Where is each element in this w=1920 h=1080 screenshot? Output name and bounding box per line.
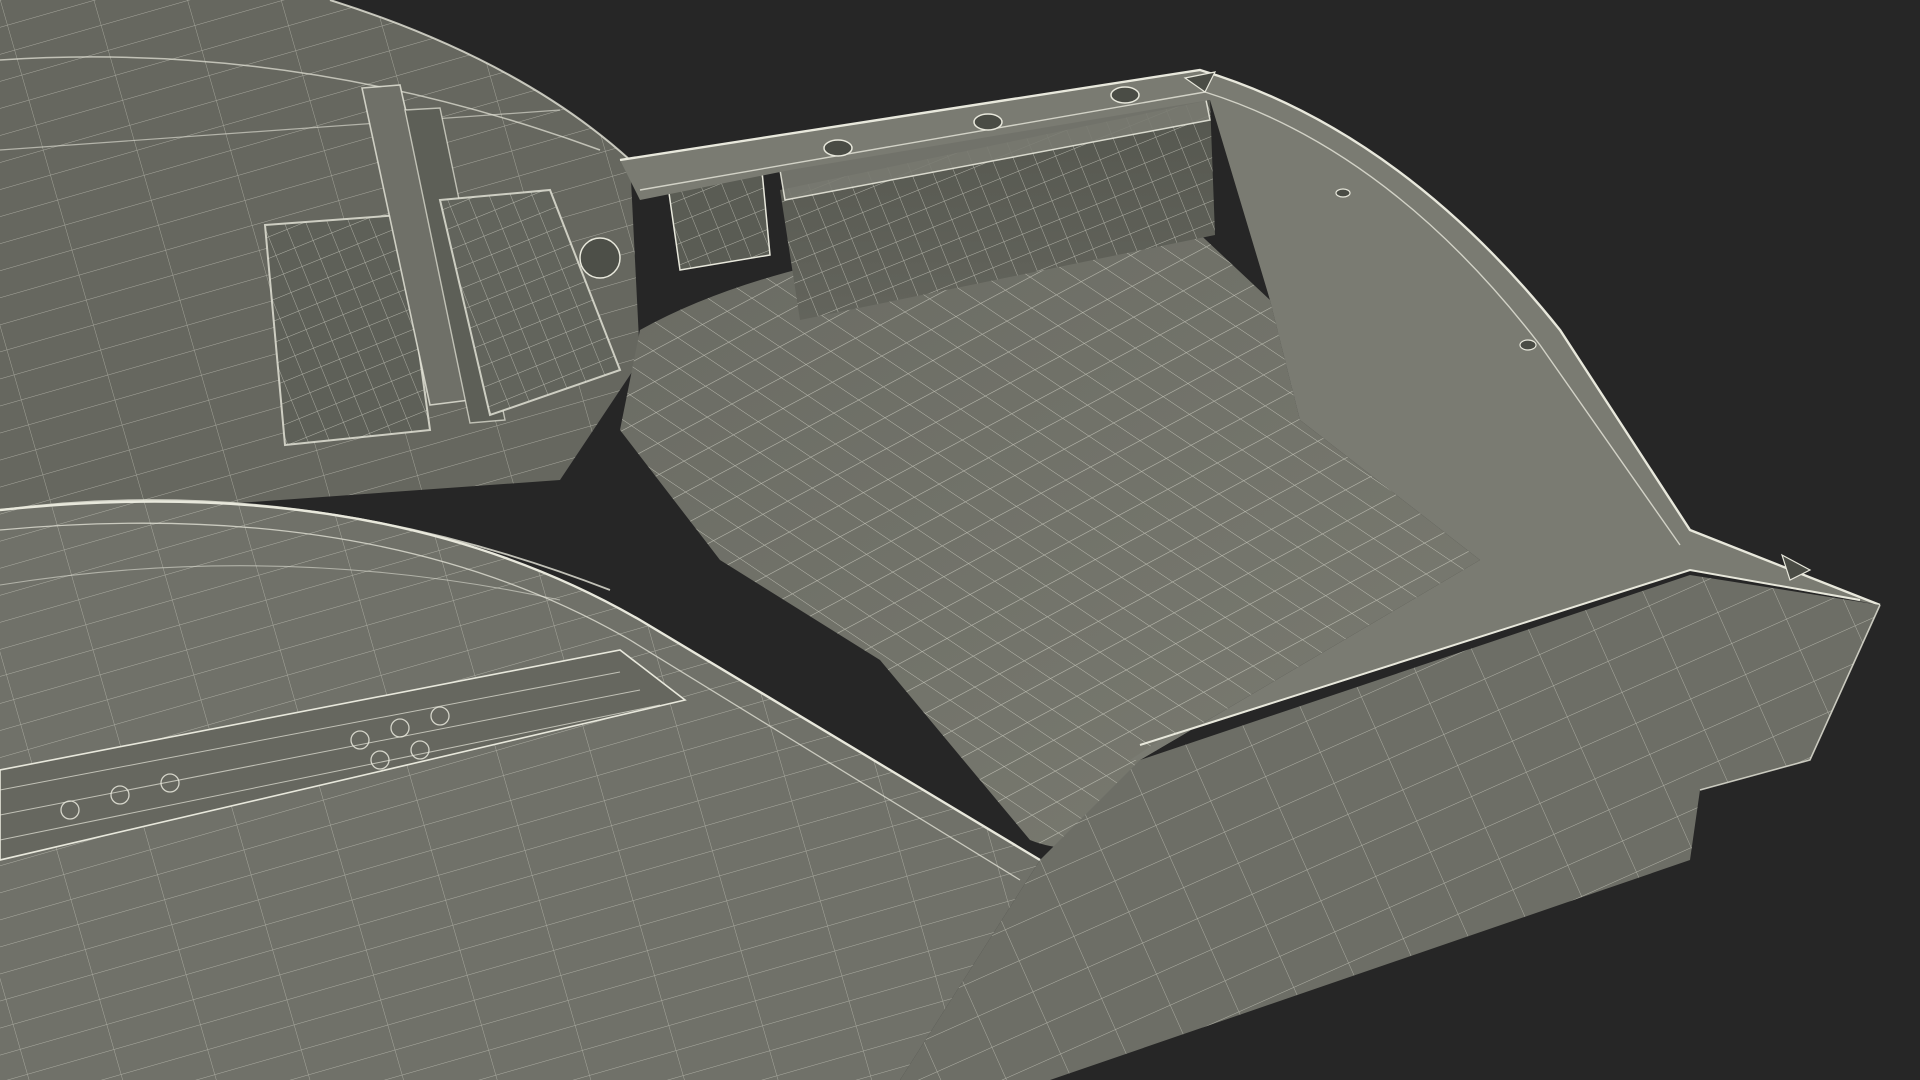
- fitting-hole: [973, 113, 1003, 131]
- render-viewport: [0, 0, 1920, 1080]
- fitting-hole: [823, 139, 853, 157]
- boat-wireframe-render: [0, 0, 1920, 1080]
- cup-holder: [579, 237, 621, 279]
- fitting-hole: [1110, 86, 1140, 104]
- fitting-hole: [1519, 339, 1537, 351]
- fitting-hole: [1335, 188, 1351, 198]
